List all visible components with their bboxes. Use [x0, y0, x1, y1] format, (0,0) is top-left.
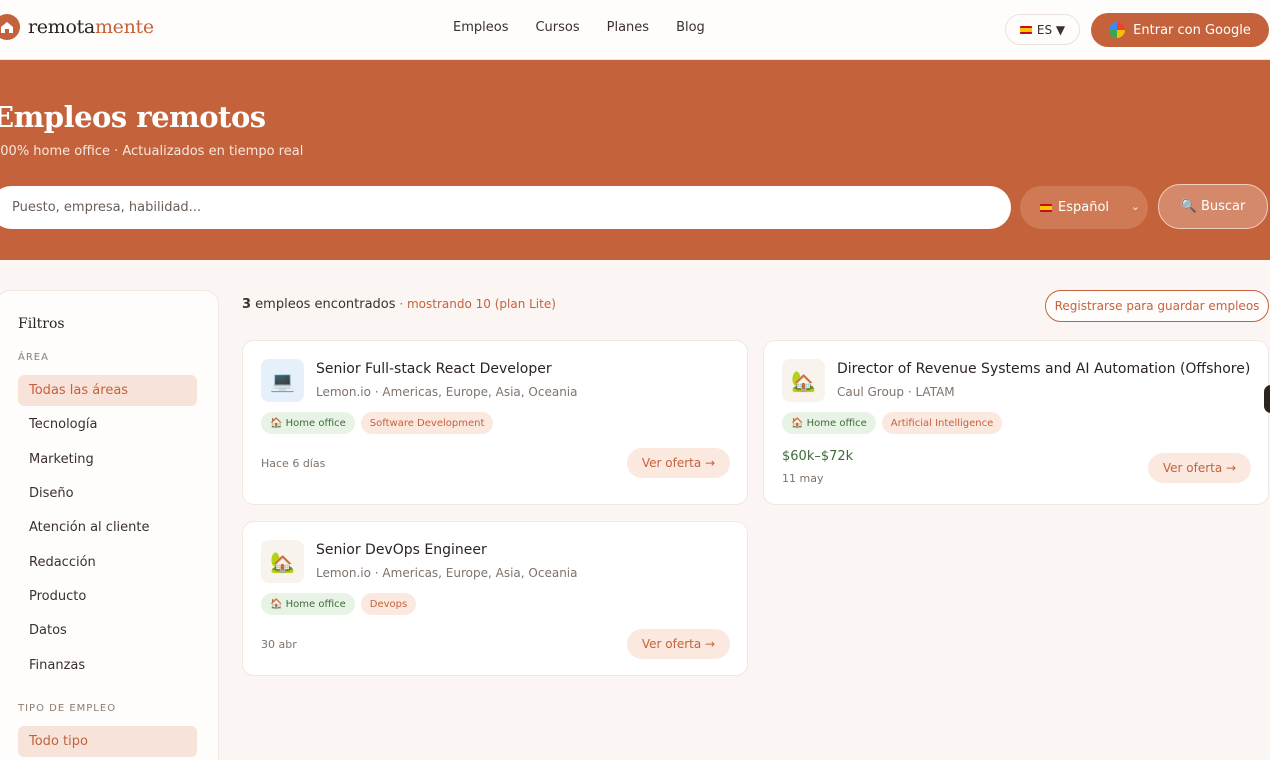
google-login-button[interactable]: Entrar con Google [1091, 13, 1269, 47]
filter-area-finanzas[interactable]: Finanzas [18, 650, 197, 681]
logo-text: remotamente [28, 16, 154, 38]
job-card[interactable]: 🏡 Director of Revenue Systems and AI Aut… [763, 340, 1269, 505]
view-offer-button[interactable]: Ver oferta → [627, 448, 730, 478]
tag-category: Artificial Intelligence [881, 412, 1003, 434]
nav-link-cursos[interactable]: Cursos [535, 20, 579, 35]
main-nav: Empleos Cursos Planes Blog [453, 20, 732, 35]
home-office-icon: 🏡 [261, 540, 304, 583]
logo[interactable]: remotamente [0, 14, 154, 40]
view-offer-button[interactable]: Ver oferta → [627, 629, 730, 659]
house-icon [0, 14, 20, 40]
tag-category: Devops [360, 593, 417, 615]
nav-link-empleos[interactable]: Empleos [453, 20, 508, 35]
job-tags: 🏠 Home office Artificial Intelligence [782, 412, 1003, 434]
google-login-label: Entrar con Google [1133, 22, 1251, 38]
search-input[interactable] [12, 200, 972, 215]
job-date: Hace 6 días [261, 457, 326, 470]
home-office-icon: 🏡 [782, 359, 825, 402]
filter-area-tecnologia[interactable]: Tecnología [18, 409, 197, 440]
nav-link-planes[interactable]: Planes [607, 20, 649, 35]
filter-area-atencion[interactable]: Atención al cliente [18, 512, 197, 543]
filters-sidebar: Filtros ÁREA Todas las áreas Tecnología … [0, 290, 219, 760]
floating-widget[interactable] [1264, 385, 1270, 413]
job-meta: Caul Group · LATAM [837, 385, 955, 399]
laptop-icon: 💻 [261, 359, 304, 402]
language-switcher[interactable]: ES ▼ [1005, 14, 1080, 45]
job-title[interactable]: Director of Revenue Systems and AI Autom… [837, 361, 1250, 377]
filter-area-producto[interactable]: Producto [18, 581, 197, 612]
job-card[interactable]: 🏡 Senior DevOps Engineer Lemon.io · Amer… [242, 521, 748, 676]
spain-flag-icon [1019, 25, 1032, 34]
page-subtitle: 100% home office · Actualizados en tiemp… [0, 144, 304, 159]
filter-area-redaccion[interactable]: Redacción [18, 547, 197, 578]
hero: Empleos remotos 100% home office · Actua… [0, 60, 1270, 260]
nav-link-blog[interactable]: Blog [676, 20, 705, 35]
job-tags: 🏠 Home office Devops [261, 593, 417, 615]
language-select[interactable]: Español ⌄ [1020, 186, 1148, 229]
language-select-value: Español [1058, 200, 1110, 215]
filters-title: Filtros [18, 316, 65, 332]
tag-category: Software Development [360, 412, 494, 434]
page-title: Empleos remotos [0, 100, 266, 134]
filter-area-datos[interactable]: Datos [18, 615, 197, 646]
chevron-down-icon: ⌄ [1130, 200, 1140, 213]
job-date: 11 may [782, 472, 824, 485]
search-button[interactable]: 🔍 Buscar [1158, 184, 1268, 229]
top-nav: remotamente Empleos Cursos Planes Blog E… [0, 0, 1270, 60]
job-type-section-label: TIPO DE EMPLEO [18, 703, 117, 714]
tag-home-office: 🏠 Home office [782, 412, 876, 434]
job-title[interactable]: Senior Full-stack React Developer [316, 361, 552, 377]
plan-note: · mostrando 10 (plan Lite) [395, 297, 556, 311]
tag-home-office: 🏠 Home office [261, 412, 355, 434]
spain-flag-icon [1040, 203, 1052, 212]
language-code: ES ▼ [1036, 22, 1066, 37]
filter-area-all[interactable]: Todas las áreas [18, 375, 197, 406]
google-icon [1109, 22, 1126, 38]
filter-area-diseno[interactable]: Diseño [18, 478, 197, 509]
filter-area-marketing[interactable]: Marketing [18, 444, 197, 475]
job-salary: $60k–$72k [782, 449, 854, 464]
job-card[interactable]: 💻 Senior Full-stack React Developer Lemo… [242, 340, 748, 505]
job-meta: Lemon.io · Americas, Europe, Asia, Ocean… [316, 566, 578, 580]
job-date: 30 abr [261, 638, 297, 651]
view-offer-button[interactable]: Ver oferta → [1148, 453, 1251, 483]
search-box [0, 186, 1011, 229]
job-meta: Lemon.io · Americas, Europe, Asia, Ocean… [316, 385, 578, 399]
results-summary: 3 empleos encontrados · mostrando 10 (pl… [242, 297, 556, 312]
results-count: 3 [242, 297, 252, 312]
job-tags: 🏠 Home office Software Development [261, 412, 494, 434]
job-title[interactable]: Senior DevOps Engineer [316, 542, 487, 558]
tag-home-office: 🏠 Home office [261, 593, 355, 615]
register-save-button[interactable]: Registrarse para guardar empleos [1045, 290, 1269, 322]
results-count-text: empleos encontrados [251, 297, 396, 312]
area-section-label: ÁREA [18, 352, 49, 363]
filter-type-all[interactable]: Todo tipo [18, 726, 197, 757]
